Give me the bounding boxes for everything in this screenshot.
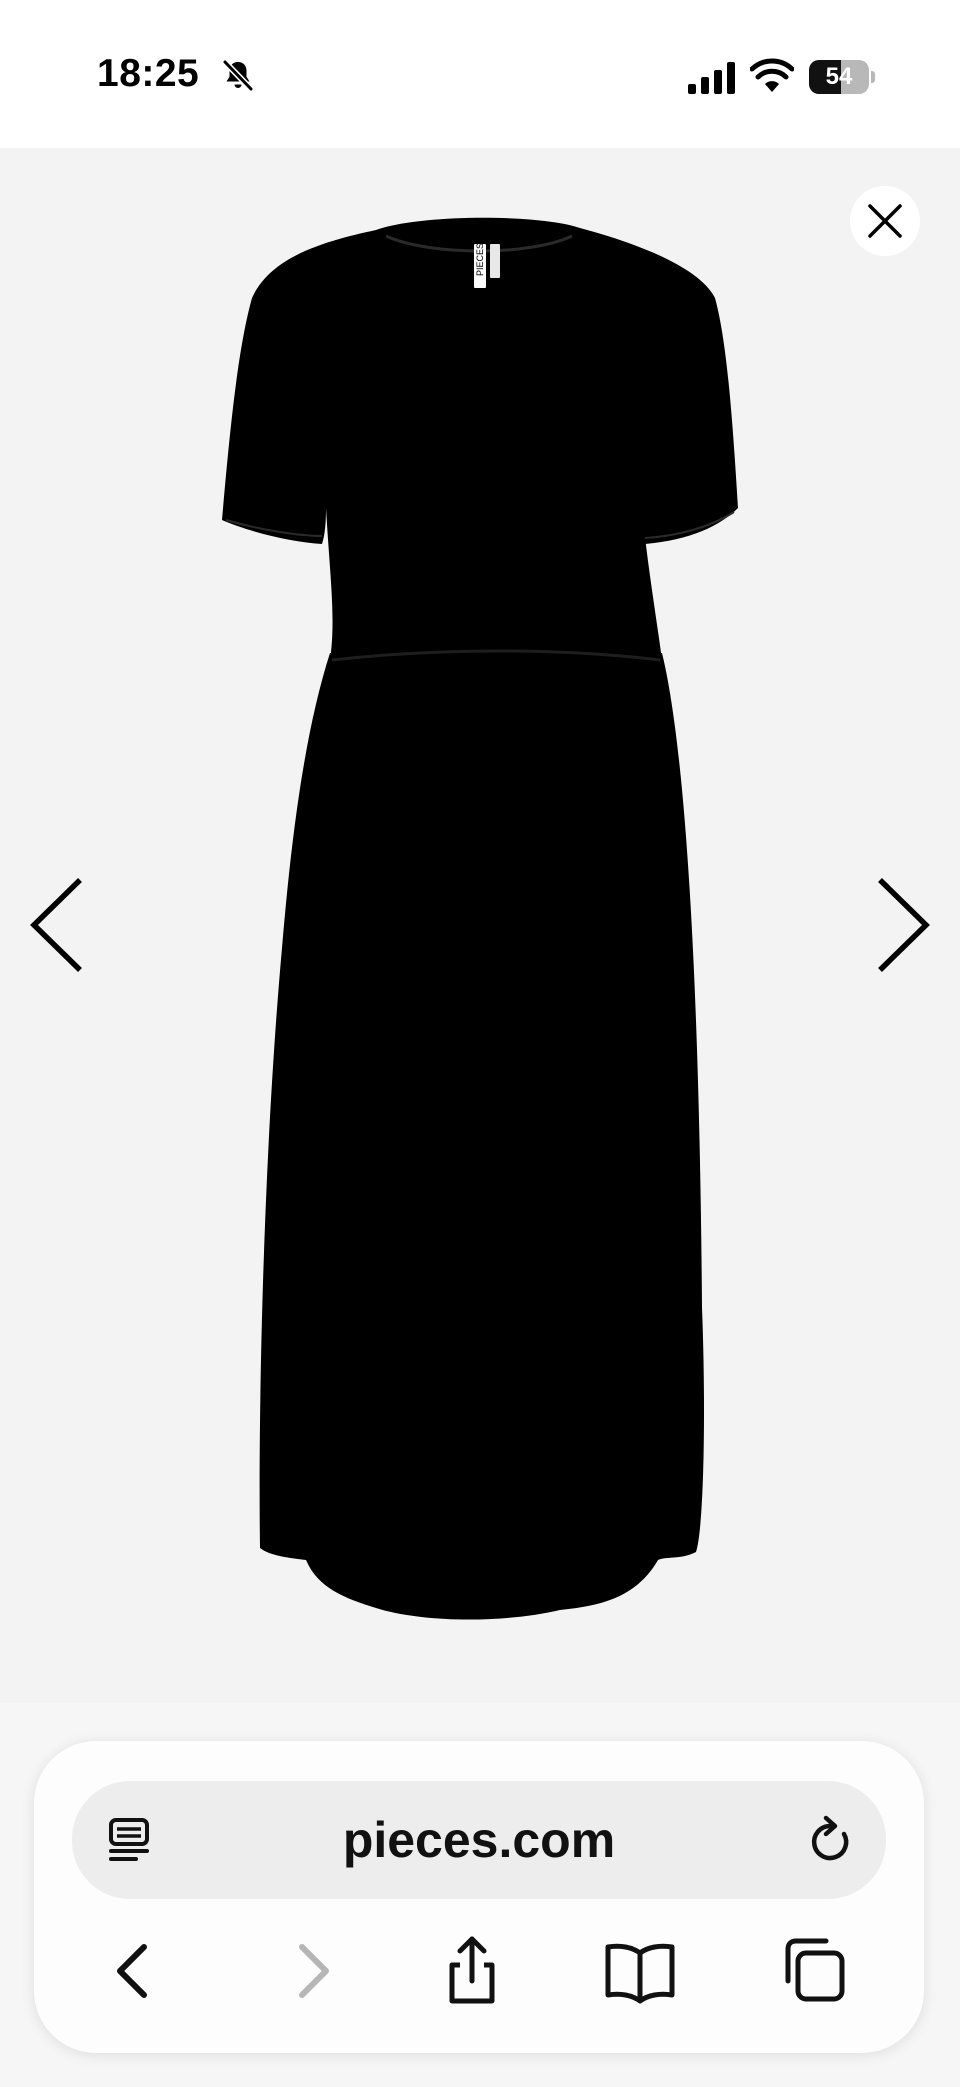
close-button[interactable] <box>850 186 920 256</box>
next-image-button[interactable] <box>866 870 936 980</box>
browser-panel: pieces.com <box>34 1741 924 2053</box>
forward-icon <box>299 1944 329 1998</box>
status-time: 18:25 <box>97 52 200 95</box>
product-image: PIECES <box>222 217 738 1620</box>
close-icon <box>868 204 902 238</box>
battery-icon: 54 <box>809 60 875 94</box>
bell-slash-icon <box>222 59 254 92</box>
wifi-icon <box>750 58 794 92</box>
address-bar[interactable]: pieces.com <box>72 1781 886 1899</box>
tabs-icon <box>785 1938 845 2002</box>
previous-image-button[interactable] <box>24 870 94 980</box>
garment-label: PIECES <box>475 243 485 276</box>
tabs-button[interactable] <box>772 1931 852 2011</box>
reader-mode-icon[interactable] <box>106 1817 152 1863</box>
cellular-signal-icon <box>688 62 735 94</box>
chevron-right-icon <box>878 878 930 972</box>
chevron-left-icon <box>30 878 82 972</box>
browser-toolbar-area: pieces.com <box>0 1703 960 2087</box>
share-icon <box>449 1936 495 2004</box>
bookmarks-icon <box>605 1943 675 2004</box>
back-button[interactable] <box>96 1931 176 2011</box>
forward-button[interactable] <box>270 1931 350 2011</box>
battery-level: 54 <box>825 63 853 90</box>
reload-icon[interactable] <box>804 1813 856 1867</box>
product-image-viewer[interactable]: PIECES <box>0 148 960 1703</box>
back-icon <box>117 1944 147 1998</box>
status-bar: 18:25 54 <box>0 0 960 148</box>
bookmarks-button[interactable] <box>600 1931 680 2011</box>
share-button[interactable] <box>432 1931 512 2011</box>
url-text[interactable]: pieces.com <box>72 1781 886 1899</box>
